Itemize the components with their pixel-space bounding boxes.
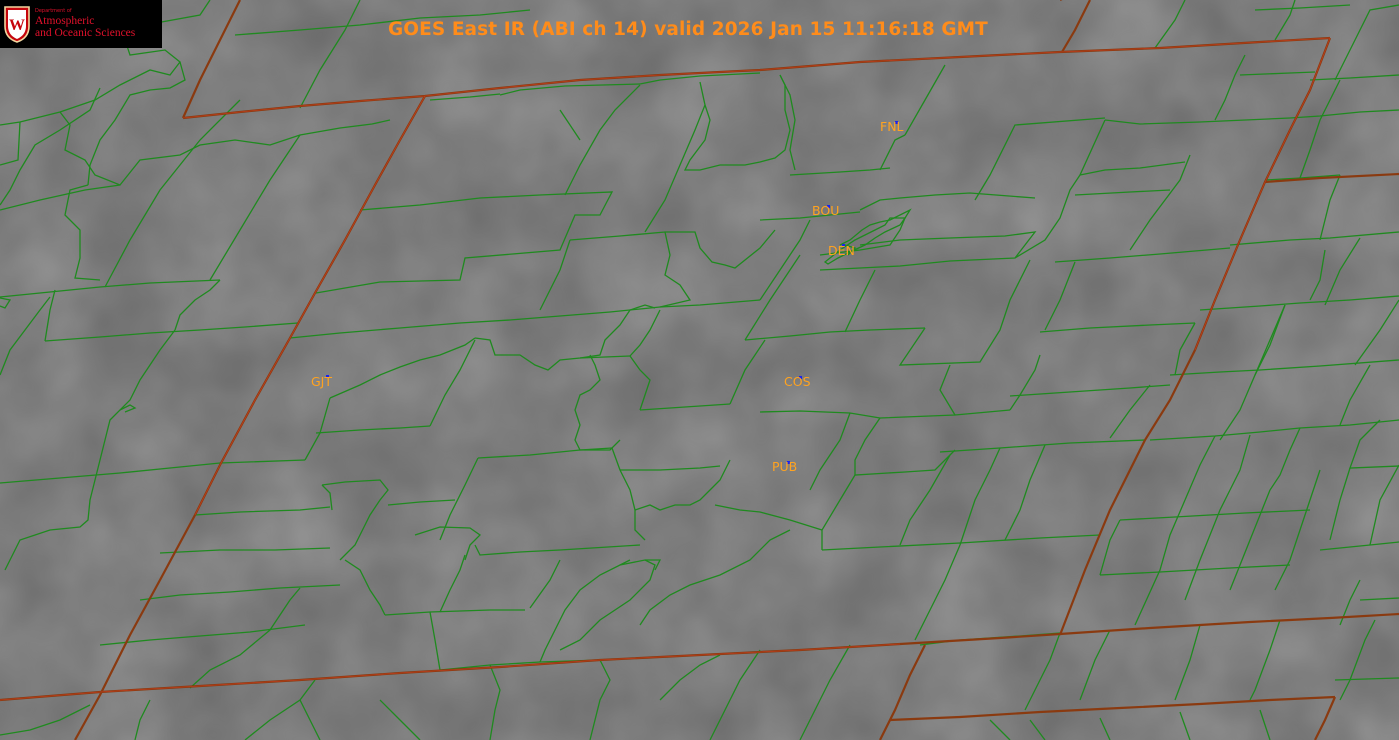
logo-name-line1: Atmospheric (35, 14, 95, 27)
logo-name-line2: and Oceanic Sciences (35, 26, 136, 39)
station-label-pub: PUB (772, 459, 798, 474)
station-label-cos: COS (784, 374, 811, 389)
aos-logo[interactable]: W Department of Atmospheric and Oceanic … (0, 0, 162, 48)
station-label-bou: BOU (812, 203, 840, 218)
logo-text: Department of Atmospheric and Oceanic Sc… (35, 9, 136, 39)
crest-letter: W (9, 17, 25, 34)
station-label-den: DEN (828, 243, 855, 258)
satellite-map: FNL BOU DEN GJT COS PUB GOES East IR (AB… (0, 0, 1399, 740)
station-label-gjt: GJT (311, 374, 333, 389)
image-title: GOES East IR (ABI ch 14) valid 2026 Jan … (388, 19, 988, 40)
station-label-fnl: FNL (880, 119, 904, 134)
map-canvas (0, 0, 1399, 740)
ir-cloud-texture (0, 0, 1399, 740)
uw-crest-icon: W (4, 6, 30, 43)
